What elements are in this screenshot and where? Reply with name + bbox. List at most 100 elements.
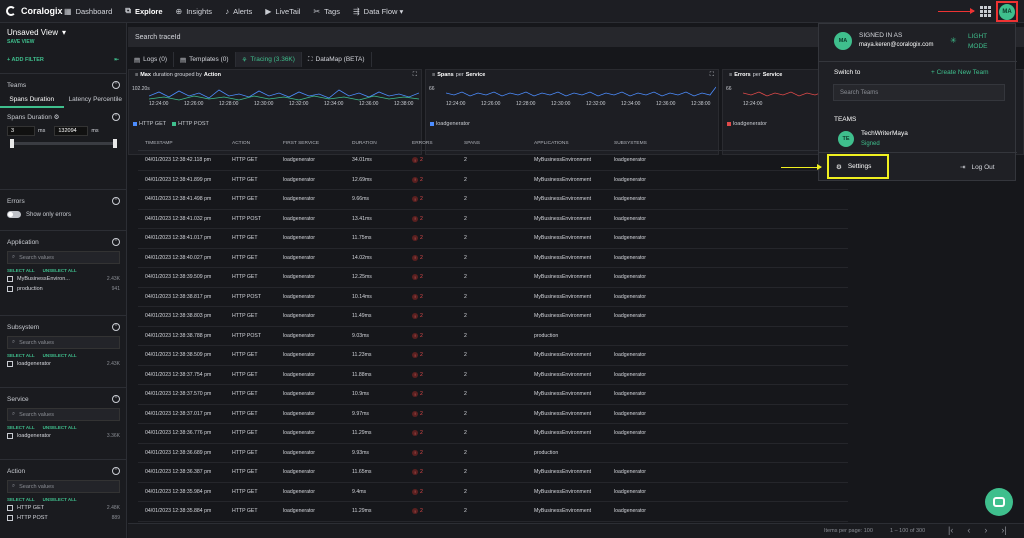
create-team-button[interactable]: + Create New Team	[931, 69, 989, 76]
tab-logs[interactable]: ▤ Logs (0)	[128, 52, 175, 67]
nav-item-insights[interactable]: ⊕ Insights	[176, 7, 213, 16]
expand-icon[interactable]: ⛶	[710, 72, 714, 79]
error-icon: !	[412, 469, 418, 476]
prev-page-icon[interactable]: ‹	[967, 525, 970, 535]
save-view-button[interactable]: SAVE VIEW	[7, 39, 119, 45]
nav-item-dashboard[interactable]: ▦ Dashboard	[64, 7, 112, 16]
legend-item[interactable]: HTTP GET	[133, 121, 166, 127]
column-header[interactable]: SUBSYSTEMS	[614, 141, 674, 146]
nav-item-tags[interactable]: ✂ Tags	[313, 7, 340, 16]
table-row[interactable]: 04/01/2023 12:38:36.776 pm HTTP GET loadge…	[138, 424, 848, 444]
show-only-errors-toggle[interactable]	[7, 211, 21, 218]
tab-spans-duration[interactable]: Spans Duration	[0, 93, 64, 108]
column-header[interactable]: ERRORS	[412, 141, 464, 146]
collapse-icon[interactable]: ⌃	[112, 238, 120, 246]
application-search-input[interactable]: ⌕ Search values	[7, 251, 120, 264]
collapse-icon[interactable]: ⌃	[112, 395, 120, 403]
column-header[interactable]: SPANS	[464, 141, 534, 146]
table-row[interactable]: 04/01/2023 12:38:35.884 pm HTTP GET loadge…	[138, 502, 848, 522]
chat-support-button[interactable]	[985, 488, 1013, 516]
tab-tracing[interactable]: ⚘ Tracing (3.36K)	[235, 52, 302, 67]
table-row[interactable]: 04/01/2023 12:38:41.498 pm HTTP GET loadge…	[138, 190, 848, 210]
unselect-all-button[interactable]: UNSELECT ALL	[43, 497, 77, 502]
checkbox-item[interactable]: loadgenerator 2.43K	[0, 361, 126, 367]
select-all-button[interactable]: SELECT ALL	[7, 497, 35, 502]
tab-templates[interactable]: ▤ Templates (0)	[174, 52, 236, 67]
table-row[interactable]: 04/01/2023 12:38:38.817 pm HTTP POST loadg…	[138, 288, 848, 307]
table-row[interactable]: 04/01/2023 12:38:42.118 pm HTTP GET loadge…	[138, 151, 848, 171]
column-header[interactable]: FIRST SERVICE	[283, 141, 352, 146]
table-row[interactable]: 04/01/2023 12:38:39.509 pm HTTP GET loadge…	[138, 268, 848, 288]
unselect-all-button[interactable]: UNSELECT ALL	[43, 353, 77, 358]
action-search-input[interactable]: ⌕ Search values	[7, 480, 120, 493]
checkbox-item[interactable]: MyBusinessEnviron... 2.43K	[0, 276, 126, 282]
expand-icon[interactable]: ⛶	[413, 72, 417, 79]
table-row[interactable]: 04/01/2023 12:38:38.803 pm HTTP GET loadge…	[138, 307, 848, 327]
legend-item[interactable]: loadgenerator	[727, 121, 767, 127]
min-duration-input[interactable]: 3	[7, 126, 35, 136]
select-all-button[interactable]: SELECT ALL	[7, 268, 35, 273]
column-header[interactable]: APPLICATIONS	[534, 141, 614, 146]
column-header[interactable]: ACTION	[232, 141, 283, 146]
select-all-button[interactable]: SELECT ALL	[7, 353, 35, 358]
nav-item-explore[interactable]: ⧉ Explore	[125, 6, 162, 16]
first-page-icon[interactable]: |‹	[948, 525, 953, 535]
table-row[interactable]: 04/01/2023 12:38:40.027 pm HTTP GET loadge…	[138, 249, 848, 268]
collapse-icon[interactable]: ⌃	[112, 467, 120, 475]
column-header[interactable]: TIMESTAMP	[138, 141, 232, 146]
duration-line	[149, 89, 419, 101]
checkbox-item[interactable]: loadgenerator 3.36K	[0, 433, 126, 439]
checkbox-item[interactable]: production 941	[0, 286, 126, 292]
logout-button[interactable]: ⇥ Log Out	[960, 163, 995, 172]
table-row[interactable]: 04/01/2023 12:38:36.387 pm HTTP GET loadge…	[138, 463, 848, 483]
add-filter-button[interactable]: + ADD FILTER	[7, 57, 44, 63]
tab-datamap[interactable]: ⛶ DataMap (BETA)	[302, 52, 372, 67]
view-selector[interactable]: Unsaved View ▾	[7, 28, 119, 37]
user-avatar-button[interactable]: MA	[996, 1, 1018, 22]
table-row[interactable]: 04/01/2023 12:38:37.754 pm HTTP GET loadge…	[138, 366, 848, 385]
table-row[interactable]: 04/01/2023 12:38:41.032 pm HTTP POST loadg…	[138, 210, 848, 229]
table-row[interactable]: 04/01/2023 12:38:36.689 pm HTTP GET loadge…	[138, 444, 848, 463]
collapse-icon[interactable]: ⌃	[112, 197, 120, 205]
table-row[interactable]: 04/01/2023 12:38:37.570 pm HTTP GET loadge…	[138, 385, 848, 405]
service-search-input[interactable]: ⌕ Search values	[7, 408, 120, 421]
table-row[interactable]: 04/01/2023 12:38:38.788 pm HTTP POST loadg…	[138, 327, 848, 346]
apps-grid-icon[interactable]	[980, 6, 991, 17]
table-row[interactable]: 04/01/2023 12:38:35.984 pm HTTP GET loadge…	[138, 483, 848, 502]
checkbox-item[interactable]: HTTP GET 2.48K	[0, 505, 126, 511]
nav-item-alerts[interactable]: ♪ Alerts	[225, 7, 252, 16]
collapse-icon[interactable]: ⌃	[112, 323, 120, 331]
table-row[interactable]: 04/01/2023 12:38:41.017 pm HTTP GET loadge…	[138, 229, 848, 249]
settings-gear-icon[interactable]: ⚙	[54, 114, 60, 121]
legend-item[interactable]: HTTP POST	[172, 121, 209, 127]
max-duration-input[interactable]: 132094	[54, 126, 89, 136]
table-row[interactable]: 04/01/2023 12:38:38.509 pm HTTP GET loadge…	[138, 346, 848, 366]
subsystem-search-input[interactable]: ⌕ Search values	[7, 336, 120, 349]
collapse-icon[interactable]: ⌃	[112, 81, 120, 89]
checkbox-item[interactable]: HTTP POST 889	[0, 515, 126, 521]
nav-item-data-flow[interactable]: ⇶ Data Flow ▾	[353, 7, 403, 16]
settings-button[interactable]: ⚙ Settings	[827, 154, 889, 179]
next-page-icon[interactable]: ›	[984, 525, 987, 535]
search-teams-input[interactable]: Search Teams	[833, 84, 1005, 101]
sun-icon[interactable]: ✳	[950, 36, 957, 45]
light-mode-toggle[interactable]: LIGHT MODE	[968, 32, 998, 52]
brand-logo[interactable]: Coralogix	[0, 6, 64, 16]
collapse-sidebar-icon[interactable]: ⇤	[114, 57, 119, 63]
legend-item[interactable]: loadgenerator	[430, 121, 470, 127]
select-all-button[interactable]: SELECT ALL	[7, 425, 35, 430]
table-body: 04/01/2023 12:38:42.118 pm HTTP GET loadge…	[138, 151, 848, 522]
table-row[interactable]: 04/01/2023 12:38:41.899 pm HTTP GET loadge…	[138, 171, 848, 190]
nav-item-livetail[interactable]: ▶ LiveTail	[265, 7, 300, 16]
last-page-icon[interactable]: ›|	[1001, 525, 1006, 535]
table-row[interactable]: 04/01/2023 12:38:37.017 pm HTTP GET loadge…	[138, 405, 848, 424]
unselect-all-button[interactable]: UNSELECT ALL	[43, 425, 77, 430]
column-header[interactable]: DURATION	[352, 141, 412, 146]
table-cell: 04/01/2023 12:38:37.754 pm	[145, 371, 212, 378]
items-per-page-select[interactable]: Items per page: 100	[824, 528, 873, 534]
tab-latency-percentile[interactable]: Latency Percentile	[64, 93, 127, 108]
collapse-icon[interactable]: ⌃	[112, 113, 120, 121]
team-name[interactable]: TechWriterMaya	[861, 130, 908, 137]
unselect-all-button[interactable]: UNSELECT ALL	[43, 268, 77, 273]
duration-slider[interactable]	[10, 139, 117, 148]
